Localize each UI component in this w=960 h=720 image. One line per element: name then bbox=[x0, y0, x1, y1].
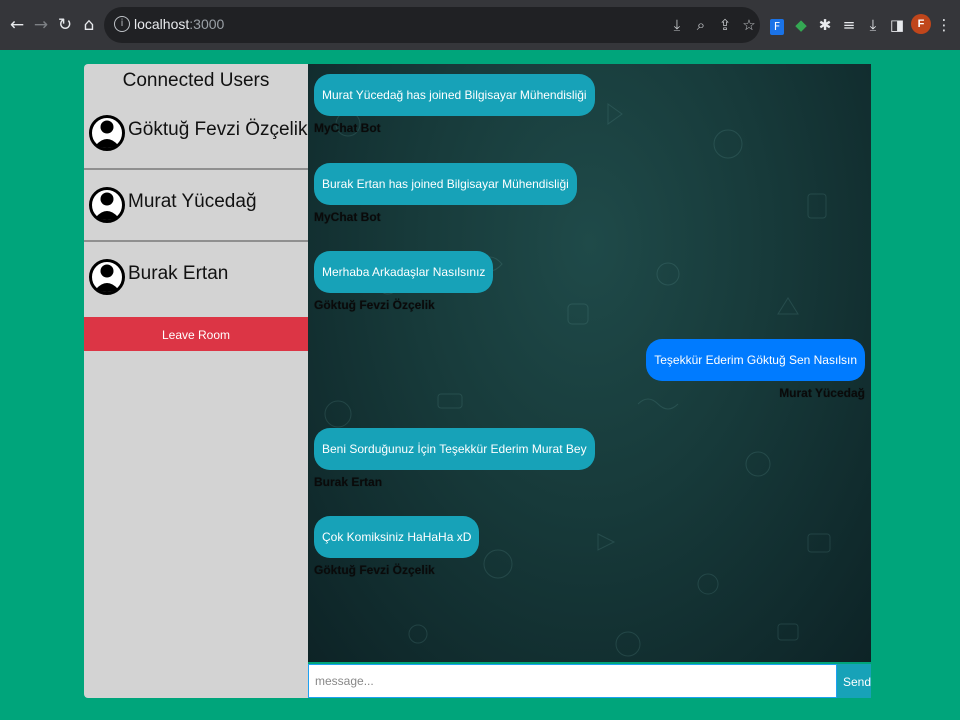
sidebar-title: Connected Users bbox=[122, 70, 270, 91]
connected-users-sidebar: Connected Users Göktuğ Fevzi Özçelik Mur… bbox=[84, 64, 308, 698]
user-item: Murat Yücedağ bbox=[84, 170, 308, 242]
site-info-icon[interactable]: i bbox=[114, 16, 130, 32]
chat-messages-panel[interactable]: Murat Yücedağ has joined Bilgisayar Mühe… bbox=[308, 64, 871, 662]
chat-message: Murat Yücedağ has joined Bilgisayar Mühe… bbox=[314, 74, 595, 135]
extension-dropper-icon[interactable]: ◆ bbox=[790, 14, 812, 36]
home-icon[interactable]: ⌂ bbox=[78, 10, 100, 40]
chat-message: Çok Komiksiniz HaHaHa xD Göktuğ Fevzi Öz… bbox=[314, 516, 480, 577]
install-app-icon[interactable]: ⤓ bbox=[668, 16, 686, 34]
message-bubble: Teşekkür Ederim Göktuğ Sen Nasılsın bbox=[646, 339, 865, 381]
message-input[interactable] bbox=[308, 664, 837, 698]
user-avatar-icon bbox=[89, 259, 125, 295]
user-name: Göktuğ Fevzi Özçelik bbox=[128, 119, 308, 140]
message-author: MyChat Bot bbox=[314, 210, 381, 224]
send-button[interactable]: Send bbox=[837, 664, 871, 698]
back-icon[interactable]: ← bbox=[6, 10, 28, 40]
message-author: Göktuğ Fevzi Özçelik bbox=[314, 298, 435, 312]
reload-icon[interactable]: ↻ bbox=[54, 10, 76, 40]
message-bubble: Beni Sorduğunuz İçin Teşekkür Ederim Mur… bbox=[314, 428, 595, 470]
extensions-puzzle-icon[interactable]: ✱ bbox=[814, 14, 836, 36]
message-author: MyChat Bot bbox=[314, 121, 381, 135]
message-author: Burak Ertan bbox=[314, 475, 383, 489]
message-bubble: Burak Ertan has joined Bilgisayar Mühend… bbox=[314, 163, 577, 205]
user-item: Burak Ertan bbox=[84, 242, 308, 312]
message-bubble: Merhaba Arkadaşlar Nasılsınız bbox=[314, 251, 494, 293]
profile-avatar[interactable]: F bbox=[911, 14, 931, 34]
address-bar[interactable]: i localhost:3000 ⤓ ⌕ ⇪ ☆ bbox=[104, 7, 760, 43]
chat-message: Teşekkür Ederim Göktuğ Sen Nasılsın Mura… bbox=[646, 339, 865, 400]
user-name: Murat Yücedağ bbox=[128, 191, 257, 212]
leave-room-button[interactable]: Leave Room bbox=[84, 317, 308, 351]
user-item: Göktuğ Fevzi Özçelik bbox=[84, 98, 308, 170]
user-avatar-icon bbox=[89, 115, 125, 151]
user-name: Burak Ertan bbox=[128, 263, 229, 284]
reading-list-icon[interactable]: ≡ bbox=[838, 14, 860, 36]
share-icon[interactable]: ⇪ bbox=[716, 16, 734, 34]
bookmark-star-icon[interactable]: ☆ bbox=[740, 16, 758, 34]
user-avatar-icon bbox=[89, 187, 125, 223]
forward-icon[interactable]: → bbox=[30, 10, 52, 40]
message-author: Murat Yücedağ bbox=[779, 386, 865, 400]
chat-message: Beni Sorduğunuz İçin Teşekkür Ederim Mur… bbox=[314, 428, 595, 489]
chat-message: Burak Ertan has joined Bilgisayar Mühend… bbox=[314, 163, 577, 224]
extension-f-icon[interactable]: F bbox=[766, 14, 788, 36]
message-bubble: Murat Yücedağ has joined Bilgisayar Mühe… bbox=[314, 74, 595, 116]
browser-toolbar: ← → ↻ ⌂ i localhost:3000 ⤓ ⌕ ⇪ ☆ F ◆ ✱ ≡… bbox=[0, 0, 960, 50]
side-panel-icon[interactable]: ◨ bbox=[886, 14, 908, 36]
url-text[interactable]: localhost:3000 bbox=[134, 16, 224, 32]
message-bubble: Çok Komiksiniz HaHaHa xD bbox=[314, 516, 480, 558]
downloads-icon[interactable]: ⤓ bbox=[862, 14, 884, 36]
chat-message: Merhaba Arkadaşlar Nasılsınız Göktuğ Fev… bbox=[314, 251, 494, 312]
message-author: Göktuğ Fevzi Özçelik bbox=[314, 563, 435, 577]
zoom-icon[interactable]: ⌕ bbox=[692, 16, 710, 34]
menu-kebab-icon[interactable]: ⋮ bbox=[933, 14, 955, 36]
